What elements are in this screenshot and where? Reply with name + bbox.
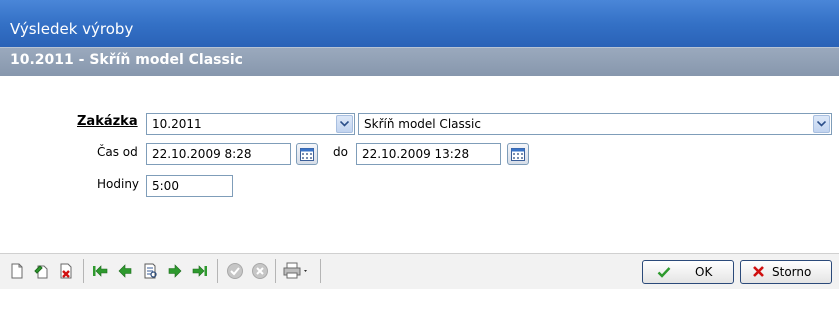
cancel-icon[interactable] — [249, 260, 271, 282]
close-icon — [752, 265, 765, 281]
window-title: Výsledek výroby — [10, 20, 134, 38]
new-document-icon[interactable] — [6, 260, 28, 282]
cas-od-calendar-button[interactable] — [296, 143, 318, 165]
toolbar-separator — [275, 259, 276, 283]
chevron-down-icon[interactable] — [336, 115, 353, 133]
storno-button[interactable]: Storno — [740, 260, 832, 284]
print-icon[interactable] — [281, 260, 311, 282]
edit-document-icon[interactable] — [31, 260, 53, 282]
calendar-icon — [511, 148, 525, 161]
do-input[interactable]: 22.10.2009 13:28 — [356, 143, 501, 165]
do-value: 22.10.2009 13:28 — [362, 147, 470, 161]
record-title: 10.2011 - Skříň model Classic — [10, 52, 243, 68]
hodiny-label: Hodiny — [97, 177, 140, 191]
title-bar: Výsledek výroby — [0, 0, 839, 47]
hodiny-input[interactable]: 5:00 — [146, 175, 233, 197]
zakazka-code-value: 10.2011 — [152, 117, 202, 131]
zakazka-name-value: Skříň model Classic — [364, 117, 481, 131]
hodiny-value: 5:00 — [152, 179, 179, 193]
first-record-icon[interactable] — [89, 260, 111, 282]
cas-od-value: 22.10.2009 8:28 — [152, 147, 252, 161]
detail-icon[interactable] — [139, 260, 161, 282]
cas-od-input[interactable]: 22.10.2009 8:28 — [146, 143, 291, 165]
record-header: 10.2011 - Skříň model Classic — [0, 47, 839, 77]
dialog-window: Výsledek výroby 10.2011 - Skříň model Cl… — [0, 0, 839, 330]
next-record-icon[interactable] — [164, 260, 186, 282]
do-label: do — [333, 145, 348, 159]
delete-document-icon[interactable] — [55, 260, 77, 282]
toolbar-separator — [217, 259, 218, 283]
confirm-icon[interactable] — [224, 260, 246, 282]
previous-record-icon[interactable] — [114, 260, 136, 282]
chevron-down-icon[interactable] — [813, 115, 830, 133]
bottom-toolbar: OK Storno — [0, 253, 839, 289]
toolbar-separator — [83, 259, 84, 283]
calendar-icon — [300, 148, 314, 161]
zakazka-code-select[interactable]: 10.2011 — [146, 113, 355, 135]
checkmark-icon — [657, 265, 671, 282]
form-area: Zakázka 10.2011 Skříň model Classic Čas … — [0, 76, 839, 330]
zakazka-label: Zakázka — [77, 114, 138, 129]
ok-button[interactable]: OK — [642, 260, 734, 284]
ok-button-label: OK — [695, 265, 713, 279]
zakazka-name-select[interactable]: Skříň model Classic — [358, 113, 832, 135]
toolbar-separator — [320, 259, 321, 283]
cas-od-label: Čas od — [97, 145, 138, 159]
storno-button-label: Storno — [772, 265, 812, 279]
last-record-icon[interactable] — [189, 260, 211, 282]
do-calendar-button[interactable] — [507, 143, 529, 165]
